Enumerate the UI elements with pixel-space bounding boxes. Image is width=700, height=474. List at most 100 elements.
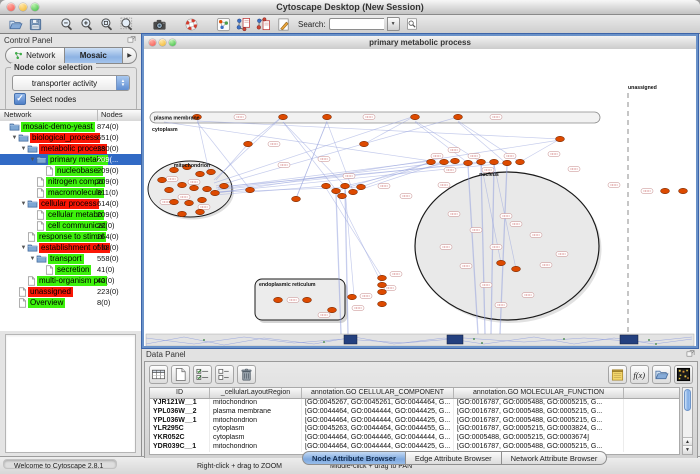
tree-row-secretion[interactable]: secretion41(0) (0, 264, 141, 275)
tree-row-biological-process[interactable]: ▼biological_process651(0) (0, 132, 141, 143)
network-node[interactable] (497, 260, 506, 265)
disclosure-triangle-icon[interactable]: ▼ (29, 256, 36, 262)
notepad-button[interactable] (608, 365, 627, 384)
vizmapper-button[interactable] (214, 16, 232, 32)
network-node[interactable] (196, 171, 205, 176)
zoom-in-button[interactable] (78, 16, 96, 32)
network-node[interactable] (378, 275, 387, 280)
network-view-titlebar[interactable]: primary metabolic process (144, 36, 696, 50)
disclosure-triangle-icon[interactable]: ▼ (20, 245, 27, 251)
network-node[interactable] (512, 266, 521, 271)
network-node[interactable] (341, 183, 350, 188)
float-panel-button[interactable] (686, 349, 696, 359)
table-row[interactable]: YJR121W__1mitochondrion[GO:0045267, GO:0… (150, 399, 679, 408)
tree-row-primary-metabo[interactable]: ▼primary metabo209(... (0, 154, 141, 165)
network-node[interactable] (378, 301, 387, 306)
network-node[interactable] (279, 114, 288, 119)
network-node[interactable] (349, 189, 358, 194)
minimize-button[interactable] (19, 3, 27, 11)
table-vertical-scrollbar[interactable]: ▲ ▼ (682, 387, 693, 455)
column-header[interactable]: _cellularLayoutRegion (210, 388, 302, 398)
tree-row-macromolecule[interactable]: macromolecule311(0) (0, 187, 141, 198)
column-header-nodes[interactable]: Nodes (98, 110, 141, 121)
birdseye-overview-panel[interactable] (5, 334, 136, 453)
attribute-matrix-button[interactable] (674, 365, 693, 384)
plugin-network-b-button[interactable] (254, 16, 272, 32)
network-node[interactable] (322, 183, 331, 188)
tab-node-attribute-browser[interactable]: Node Attribute Browser (302, 451, 406, 465)
tab-edge-attribute-browser[interactable]: Edge Attribute Browser (406, 451, 502, 465)
save-session-button[interactable] (26, 16, 44, 32)
network-node[interactable] (203, 186, 212, 191)
close-button[interactable] (7, 3, 15, 11)
network-node[interactable] (454, 114, 463, 119)
network-node[interactable] (198, 197, 207, 202)
open-session-button[interactable] (6, 16, 24, 32)
network-node[interactable] (464, 160, 473, 165)
close-button[interactable] (149, 39, 156, 46)
zoom-selected-region-button[interactable] (118, 16, 136, 32)
column-header-network[interactable]: Network (0, 110, 98, 121)
import-attributes-button[interactable] (652, 365, 671, 384)
network-node[interactable] (207, 169, 216, 174)
network-node[interactable] (357, 184, 366, 189)
tree-row-mosaic-demo-yeast[interactable]: mosaic-demo-yeast874(0) (0, 121, 141, 132)
tree-row-nitrogen-compo[interactable]: nitrogen compo209(0) (0, 176, 141, 187)
tree-row-multi-organism-pro[interactable]: multi-organism pro42(0) (0, 275, 141, 286)
minimize-button[interactable] (159, 39, 166, 46)
network-node[interactable] (360, 141, 369, 146)
tree-row-metabolic-process[interactable]: ▼metabolic process280(0) (0, 143, 141, 154)
network-node[interactable] (244, 141, 253, 146)
search-dropdown-button[interactable]: ▼ (387, 17, 400, 31)
disclosure-triangle-icon[interactable]: ▼ (20, 201, 27, 207)
network-node[interactable] (338, 193, 347, 198)
unselect-attributes-button[interactable] (215, 365, 234, 384)
network-node[interactable] (323, 114, 332, 119)
table-row[interactable]: YLR295Ccytoplasm[GO:0045263, GO:0044464,… (150, 425, 679, 434)
network-node[interactable] (196, 209, 205, 214)
disclosure-triangle-icon[interactable]: ▼ (29, 157, 36, 163)
annotation-tool-button[interactable] (274, 16, 292, 32)
network-node[interactable] (332, 188, 341, 193)
zoom-out-button[interactable] (58, 16, 76, 32)
delete-attribute-button[interactable] (237, 365, 256, 384)
tree-row-cellular-metabo[interactable]: cellular metabo209(0) (0, 209, 141, 220)
network-node[interactable] (158, 177, 167, 182)
column-header[interactable]: ID (150, 388, 210, 398)
plugin-network-a-button[interactable] (234, 16, 252, 32)
network-node[interactable] (490, 159, 499, 164)
network-node[interactable] (451, 158, 460, 163)
network-node[interactable] (556, 136, 565, 141)
disclosure-triangle-icon[interactable]: ▼ (20, 146, 27, 152)
network-node[interactable] (516, 159, 525, 164)
scroll-down-button[interactable]: ▼ (683, 445, 692, 454)
search-input[interactable] (329, 18, 384, 30)
zoom-button[interactable] (31, 3, 39, 11)
network-node[interactable] (328, 307, 337, 312)
table-row[interactable]: YPL036W__2plasma membrane[GO:0044464, GO… (150, 408, 679, 417)
network-node[interactable] (440, 159, 449, 164)
network-node[interactable] (165, 187, 174, 192)
formula-builder-button[interactable]: f(x) (630, 365, 649, 384)
tree-row-cell-communicat[interactable]: cell communicat22(0) (0, 220, 141, 231)
network-node[interactable] (503, 160, 512, 165)
network-node[interactable] (348, 294, 357, 299)
table-row[interactable]: YPL036W__1mitochondrion[GO:0044464, GO:0… (150, 417, 679, 426)
tree-row-nucleobase-[interactable]: nucleobase-209(0) (0, 165, 141, 176)
network-node[interactable] (661, 188, 670, 193)
network-node[interactable] (274, 297, 283, 302)
tab-overflow-button[interactable]: ▶ (122, 48, 136, 63)
tree-row-cellular-process[interactable]: ▼cellular process614(0) (0, 198, 141, 209)
network-node[interactable] (292, 196, 301, 201)
column-chooser-button[interactable] (149, 365, 168, 384)
new-attribute-button[interactable] (171, 365, 190, 384)
network-node[interactable] (178, 182, 187, 187)
tree-row-unassigned[interactable]: unassigned223(0) (0, 286, 141, 297)
network-node[interactable] (190, 185, 199, 190)
network-canvas[interactable]: plasma membranecytoplasmmitochondrionnuc… (144, 49, 696, 346)
tab-network[interactable]: Network (6, 48, 64, 63)
tab-network-attribute-browser[interactable]: Network Attribute Browser (502, 451, 608, 465)
network-node[interactable] (411, 114, 420, 119)
help-button[interactable] (182, 16, 200, 32)
select-attributes-button[interactable] (193, 365, 212, 384)
